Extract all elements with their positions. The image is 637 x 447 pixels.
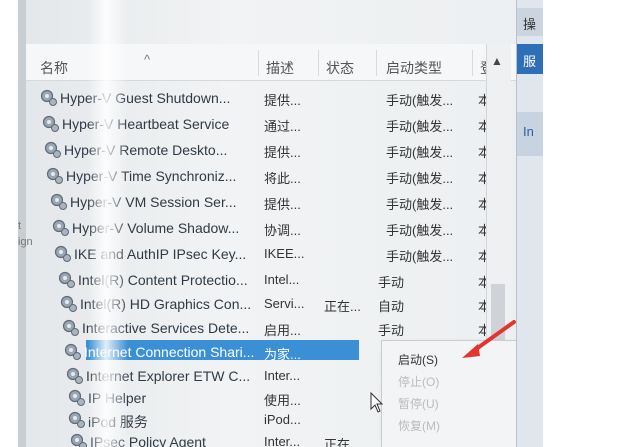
service-startup-type: 手动(触发...	[386, 93, 454, 108]
service-row[interactable]: IKE and AuthIP IPsec Key... IKEE... 手动(触发.…	[26, 242, 506, 266]
actions-panel-selected-item[interactable]: 服	[517, 44, 543, 74]
menu-item-pause: 暂停(U)	[398, 397, 439, 411]
service-gear-icon	[62, 319, 80, 337]
side-label-a: t	[18, 220, 22, 232]
service-name: Hyper-V VM Session Ser...	[70, 194, 237, 210]
actions-panel-link-label: In	[523, 124, 534, 139]
service-description: IKEE...	[264, 246, 305, 261]
service-gear-icon	[54, 245, 72, 263]
actions-panel-header: 操	[517, 8, 543, 36]
service-startup-type: 自动	[378, 299, 405, 314]
service-gear-icon	[66, 367, 84, 385]
column-status[interactable]: 状态	[326, 58, 354, 78]
service-gear-icon	[58, 271, 76, 289]
column-name[interactable]: 名称	[40, 58, 68, 78]
column-header-row: 名称 ^ 描述 状态 启动类型 登	[26, 44, 516, 81]
service-gear-icon	[52, 219, 70, 237]
service-name: Internet Explorer ETW C...	[86, 368, 251, 384]
service-gear-icon	[40, 89, 58, 107]
service-description: 通过...	[264, 119, 301, 134]
actions-panel-title: 操	[523, 17, 537, 32]
service-row[interactable]: Hyper-V VM Session Ser... 提供... 手动(触发... 本	[26, 190, 506, 214]
service-startup-type: 手动(触发...	[386, 145, 454, 160]
service-name: iPod 服务	[88, 414, 148, 430]
menu-item-start[interactable]: 启动(S)	[398, 351, 438, 368]
service-startup-type: 手动(触发...	[386, 223, 454, 238]
service-startup-type: 手动(触发...	[386, 119, 454, 134]
service-row[interactable]: Intel(R) HD Graphics Con... Servi... 正在...…	[26, 292, 506, 316]
service-row[interactable]: Intel(R) Content Protectio... Intel... 手动本	[26, 268, 506, 292]
service-description: 使用...	[264, 393, 301, 408]
service-startup-type: 手动	[378, 323, 405, 338]
service-name: Intel(R) HD Graphics Con...	[80, 296, 252, 312]
service-description: 提供...	[264, 197, 301, 212]
service-row[interactable]: Interactive Services Dete... 启用... 手动本	[26, 316, 506, 340]
service-name: Hyper-V Guest Shutdown...	[60, 90, 231, 106]
service-gear-icon	[42, 115, 60, 133]
service-gear-icon	[46, 167, 64, 185]
service-gear-icon	[68, 389, 86, 407]
column-startup-type[interactable]: 启动类型	[386, 58, 442, 78]
red-arrow-annotation-icon	[462, 320, 516, 358]
service-name: Hyper-V Remote Deskto...	[64, 142, 228, 158]
service-gear-icon	[44, 141, 62, 159]
service-description: 协调...	[264, 223, 301, 238]
service-status: 正在...	[324, 299, 361, 314]
service-gear-icon	[70, 433, 88, 447]
service-startup-type: 手动(触发...	[386, 171, 454, 186]
service-gear-icon	[60, 295, 78, 313]
service-description: Inter...	[264, 434, 301, 447]
mouse-pointer-icon	[370, 392, 384, 413]
service-row[interactable]: Hyper-V Heartbeat Service 通过... 手动(触发... 本	[26, 112, 506, 136]
column-description[interactable]: 描述	[266, 58, 294, 78]
service-description: Servi...	[264, 296, 305, 311]
service-row[interactable]: Hyper-V Remote Deskto... 提供... 手动(触发... 本	[26, 138, 506, 162]
scroll-up-arrow-icon[interactable]: ▲	[491, 54, 503, 68]
service-name: IPsec Policy Agent	[90, 434, 206, 447]
service-row[interactable]: Hyper-V Guest Shutdown... 提供... 手动(触发... 本	[26, 86, 506, 110]
service-name: Interactive Services Dete...	[82, 320, 250, 336]
service-description: iPod...	[264, 412, 301, 427]
column-divider	[376, 50, 377, 76]
service-name: Intel(R) Content Protectio...	[78, 272, 248, 288]
service-gear-icon	[50, 193, 68, 211]
actions-panel: 操 服 In	[516, 0, 543, 447]
services-window-photo: t ign 名称 ^ 描述 状态 启动类型 登 Hyper-V Guest Sh…	[18, 0, 543, 447]
service-name: IKE and AuthIP IPsec Key...	[74, 246, 247, 262]
service-name: Hyper-V Heartbeat Service	[62, 116, 230, 132]
column-divider	[258, 50, 259, 76]
service-row[interactable]: Hyper-V Time Synchroniz... 将此... 手动(触发... 本	[26, 164, 506, 188]
service-name: Internet Connection Shari...	[84, 344, 255, 360]
service-description: 为家...	[264, 347, 301, 362]
actions-panel-link[interactable]: In	[517, 112, 543, 156]
sort-ascending-icon: ^	[144, 52, 151, 67]
service-name: Hyper-V Volume Shadow...	[72, 220, 240, 236]
service-gear-icon	[68, 411, 86, 429]
service-description: Intel...	[264, 272, 300, 287]
service-description: 启用...	[264, 323, 301, 338]
service-gear-icon	[64, 343, 82, 361]
service-startup-type: 手动	[378, 275, 405, 290]
service-description: Inter...	[264, 368, 301, 383]
service-description: 提供...	[264, 93, 301, 108]
service-description: 提供...	[264, 145, 301, 160]
service-startup-type: 手动(触发...	[386, 249, 454, 264]
column-divider	[318, 50, 319, 76]
service-startup-type: 手动(触发...	[386, 197, 454, 212]
service-row[interactable]: Hyper-V Volume Shadow... 协调... 手动(触发... 本	[26, 216, 506, 240]
menu-item-stop: 停止(O)	[398, 375, 440, 389]
service-name: Hyper-V Time Synchroniz...	[66, 168, 237, 184]
service-status: 正在	[324, 437, 351, 447]
service-name: IP Helper	[88, 390, 147, 406]
column-divider	[472, 50, 473, 76]
actions-panel-selected-label: 服	[523, 54, 537, 69]
menu-item-resume: 恢复(M)	[398, 419, 440, 433]
service-description: 将此...	[264, 171, 301, 186]
